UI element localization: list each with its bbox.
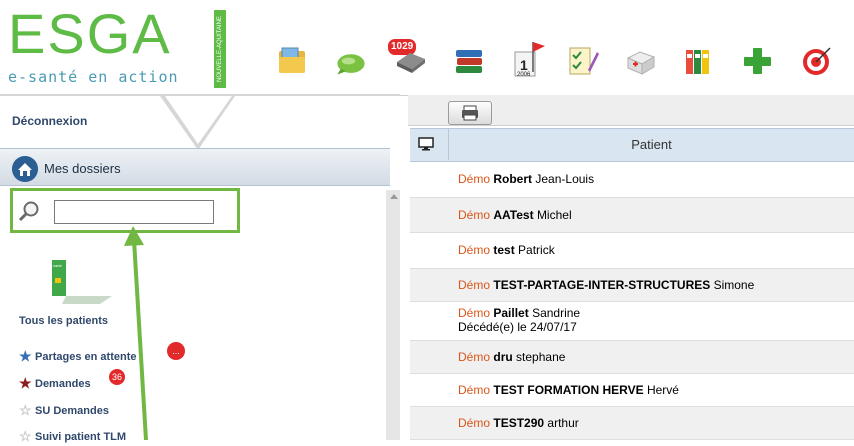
checklist-icon[interactable]: [566, 44, 600, 78]
plus-icon[interactable]: [740, 44, 774, 78]
deconnexion-link[interactable]: Déconnexion: [12, 114, 87, 128]
svg-text:1: 1: [520, 57, 528, 73]
vitale-card-icon: carte: [52, 260, 112, 304]
search-icon[interactable]: [18, 200, 40, 222]
partages-en-attente-link[interactable]: ★ Partages en attente: [19, 348, 136, 366]
star-icon: ☆: [19, 402, 32, 418]
mes-dossiers-label: Mes dossiers: [44, 161, 121, 176]
home-icon[interactable]: [12, 156, 38, 182]
logo-brand: ESGA: [8, 2, 172, 65]
link-label: SU Demandes: [35, 405, 109, 417]
table-row[interactable]: Démo Paillet Sandrine Décédé(e) le 24/07…: [410, 302, 854, 341]
search-input[interactable]: [54, 200, 214, 224]
monitor-icon[interactable]: [418, 137, 434, 151]
suivi-patient-link[interactable]: ☆ Suivi patient TLM: [19, 428, 126, 446]
message-icon[interactable]: [334, 44, 368, 78]
column-header-patient[interactable]: Patient: [449, 137, 854, 152]
link-label: Suivi patient TLM: [35, 431, 127, 443]
medical-kit-icon[interactable]: [624, 44, 658, 78]
patient-name: Démo AATest Michel: [458, 208, 572, 222]
binders-icon[interactable]: [682, 44, 716, 78]
partages-badge: ...: [167, 342, 185, 360]
patient-name: Démo TEST-PARTAGE-INTER-STRUCTURES Simon…: [458, 278, 755, 292]
deceased-note: Décédé(e) le 24/07/17: [458, 320, 577, 334]
star-icon: ★: [19, 348, 32, 364]
table-row[interactable]: Démo TEST-PARTAGE-INTER-STRUCTURES Simon…: [410, 269, 854, 302]
patient-name: Démo Paillet Sandrine: [458, 306, 581, 320]
table-row[interactable]: Démo TEST FORMATION HERVE Hervé: [410, 374, 854, 407]
tous-les-patients-link[interactable]: Tous les patients: [19, 315, 108, 327]
disk-icon[interactable]: [394, 44, 428, 78]
target-icon[interactable]: [800, 44, 834, 78]
svg-text:carte: carte: [53, 263, 63, 268]
sidebar-scrollbar[interactable]: [386, 190, 400, 440]
patient-name: Démo TEST290 arthur: [458, 416, 579, 430]
table-row[interactable]: Démo test Patrick: [410, 233, 854, 269]
patient-name: Démo dru stephane: [458, 350, 566, 364]
app-header: ESGA e-santé en action NOUVELLE-AQUITAIN…: [0, 0, 854, 96]
patient-name: Démo TEST FORMATION HERVE Hervé: [458, 383, 679, 397]
link-label: Partages en attente: [35, 351, 137, 363]
scroll-up-arrow[interactable]: [390, 194, 398, 199]
link-label: Demandes: [35, 378, 91, 390]
esga-logo[interactable]: ESGA e-santé en action NOUVELLE-AQUITAIN…: [4, 2, 226, 88]
star-icon: ☆: [19, 428, 32, 444]
logo-region: NOUVELLE-AQUITAINE: [214, 10, 226, 88]
svg-text:2006: 2006: [517, 72, 531, 78]
star-icon: ★: [19, 375, 32, 391]
table-row[interactable]: Démo AATest Michel: [410, 198, 854, 233]
patient-name: Démo Robert Jean-Louis: [458, 172, 595, 186]
folder-icon[interactable]: [276, 44, 310, 78]
su-demandes-link[interactable]: ☆ SU Demandes: [19, 402, 109, 420]
printer-icon: [462, 105, 478, 121]
table-row[interactable]: Démo TEST290 arthur: [410, 407, 854, 440]
table-row[interactable]: Démo Robert Jean-Louis: [410, 161, 854, 198]
patient-name: Démo test Patrick: [458, 243, 555, 257]
demandes-link[interactable]: ★ Demandes: [19, 375, 91, 393]
books-icon[interactable]: [452, 44, 486, 78]
calendar-icon[interactable]: 1 2006: [512, 38, 546, 80]
logo-tagline: e-santé en action: [8, 68, 179, 86]
table-row[interactable]: Démo dru stephane: [410, 341, 854, 374]
demandes-badge: 36: [109, 369, 125, 385]
print-button[interactable]: [448, 101, 492, 125]
